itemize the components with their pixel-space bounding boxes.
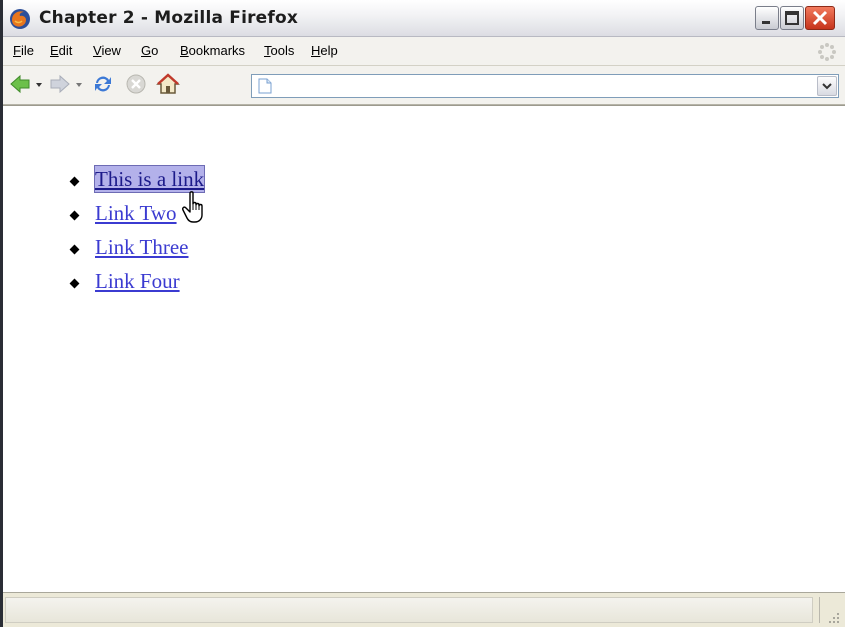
maximize-icon [785, 11, 799, 25]
back-icon[interactable] [9, 72, 31, 96]
menu-bookmarks-accesskey: B [180, 43, 189, 58]
close-icon [812, 10, 828, 26]
menu-bar: File Edit View Go Bookmarks Tools Help [3, 37, 845, 66]
minimize-icon [762, 21, 770, 24]
browser-window: Chapter 2 - Mozilla Firefox File Edit Vi… [0, 0, 845, 627]
bullet-icon [69, 244, 80, 255]
link-three[interactable]: Link Three [95, 234, 189, 260]
link-two[interactable]: Link Two [95, 200, 177, 226]
menu-tools-label: ools [270, 43, 295, 58]
bullet-icon [69, 176, 80, 187]
title-bar[interactable]: Chapter 2 - Mozilla Firefox [3, 0, 845, 37]
menu-bookmarks[interactable]: Bookmarks [180, 43, 245, 58]
forward-icon[interactable] [49, 72, 71, 96]
chevron-down-icon [822, 83, 832, 90]
bullet-icon [69, 210, 80, 221]
menu-help[interactable]: Help [311, 43, 338, 58]
menu-tools[interactable]: Tools [264, 43, 294, 58]
maximize-button[interactable] [780, 6, 804, 30]
menu-file[interactable]: File [13, 43, 34, 58]
menu-edit[interactable]: Edit [50, 43, 72, 58]
menu-go-label: o [151, 43, 159, 58]
status-bar [3, 592, 845, 627]
menu-help-accesskey: H [311, 43, 321, 58]
resize-grip-icon[interactable] [825, 609, 841, 625]
menu-view[interactable]: View [93, 43, 121, 58]
menu-edit-accesskey: E [50, 43, 59, 58]
menu-file-label: ile [20, 43, 34, 58]
page-content: This is a link Link Two Link Three Link … [3, 105, 845, 593]
throbber-icon [818, 43, 836, 61]
reload-icon[interactable] [91, 72, 115, 96]
url-dropdown-button[interactable] [817, 76, 837, 96]
address-bar[interactable] [251, 74, 839, 98]
close-button[interactable] [805, 6, 835, 30]
hand-cursor-icon [182, 191, 203, 223]
menu-file-accesskey: F [13, 43, 21, 58]
url-input[interactable] [280, 77, 804, 97]
minimize-button[interactable] [755, 6, 779, 30]
page-icon [258, 78, 272, 94]
firefox-icon [10, 9, 30, 29]
menu-view-label: iew [101, 43, 121, 58]
navigation-toolbar [3, 66, 845, 105]
menu-go[interactable]: Go [141, 43, 158, 58]
menu-edit-label: dit [58, 43, 73, 58]
link-four[interactable]: Link Four [95, 268, 180, 294]
forward-dropdown-icon[interactable] [74, 72, 84, 96]
menu-go-accesskey: G [141, 43, 152, 58]
back-dropdown-icon[interactable] [34, 72, 44, 96]
menu-help-label: elp [320, 43, 338, 58]
link-this-is-a-link[interactable]: This is a link [94, 165, 206, 193]
bullet-icon [69, 278, 80, 289]
status-panel [5, 597, 813, 623]
home-icon[interactable] [155, 72, 181, 96]
window-title: Chapter 2 - Mozilla Firefox [39, 8, 299, 28]
stop-icon[interactable] [124, 72, 148, 96]
status-separator [819, 597, 822, 623]
menu-bookmarks-label: ookmarks [188, 43, 246, 58]
